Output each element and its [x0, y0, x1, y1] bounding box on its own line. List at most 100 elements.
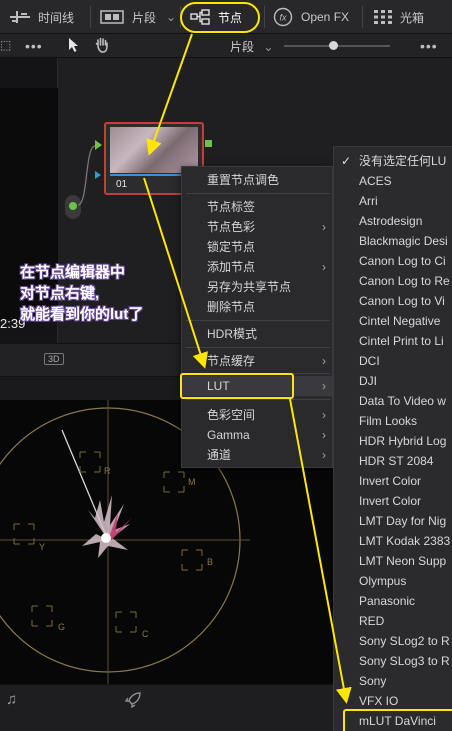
lut-menu-item[interactable]: Canon Log to Vi — [334, 291, 452, 311]
lut-menu-item-label: Sony SLog2 to R — [359, 634, 450, 648]
rocket-icon[interactable] — [124, 691, 142, 712]
lut-menu-item-label: Cintel Print to Li — [359, 334, 444, 348]
chevron-right-icon: › — [322, 448, 326, 462]
mlut-item-highlight — [343, 709, 452, 731]
menu-divider — [186, 399, 330, 400]
menu-item-reset-node-grade[interactable]: 重置节点调色 — [182, 170, 334, 190]
lut-menu-item-label: Data To Video w — [359, 394, 446, 408]
lut-menu-item[interactable]: Sony SLog2 to R — [334, 631, 452, 651]
lut-menu-item-label: Invert Color — [359, 474, 422, 488]
menu-item-node-cache[interactable]: 节点缓存 › — [182, 351, 334, 371]
key-input-icon — [95, 171, 101, 179]
lut-menu-item-label: LMT Day for Nig — [359, 514, 447, 528]
lut-menu-item[interactable]: Canon Log to Re — [334, 271, 452, 291]
lut-menu-item[interactable]: Cintel Negative — [334, 311, 452, 331]
lut-menu-item[interactable]: Invert Color — [334, 471, 452, 491]
lut-menu-item-label: Astrodesign — [359, 214, 423, 228]
menu-item-label: 重置节点调色 — [207, 173, 280, 187]
menu-item-label: 另存为共享节点 — [207, 280, 292, 294]
chevron-right-icon: › — [322, 379, 326, 393]
node-context-menu: 重置节点调色 节点标签 节点色彩 › 锁定节点 添加节点 › 另存为共享节点 删除节… — [181, 166, 334, 468]
menu-item-delete-node[interactable]: 删除节点 — [182, 297, 334, 317]
lut-menu-item-label: Canon Log to Re — [359, 274, 450, 288]
lut-menu-item-label: Invert Color — [359, 494, 422, 508]
lut-menu-item[interactable]: Sony SLog3 to R — [334, 651, 452, 671]
lut-menu-item[interactable]: Invert Color — [334, 491, 452, 511]
lut-menu-item[interactable]: Olympus — [334, 571, 452, 591]
annotation-line-2: 对节点右键, — [20, 285, 100, 302]
lut-menu-item-label: Olympus — [359, 574, 407, 588]
menu-item-node-label[interactable]: 节点标签 — [182, 197, 334, 217]
lut-menu-item-label: ACES — [359, 174, 392, 188]
lut-menu-item-label: Panasonic — [359, 594, 416, 608]
menu-item-lock-node[interactable]: 锁定节点 — [182, 237, 334, 257]
lut-item-highlight — [180, 373, 294, 399]
lut-menu-item-label: VFX IO — [359, 694, 399, 708]
menu-item-label: 节点标签 — [207, 200, 256, 214]
lut-menu-item-label: HDR ST 2084 — [359, 454, 434, 468]
menu-divider — [186, 347, 330, 348]
menu-item-node-color[interactable]: 节点色彩 › — [182, 217, 334, 237]
scope-label-c: C — [142, 629, 149, 639]
lut-menu-item-label: 没有选定任何LU — [359, 154, 447, 168]
lut-menu-item-label: Canon Log to Ci — [359, 254, 446, 268]
menu-item-label: 删除节点 — [207, 300, 256, 314]
menu-divider — [186, 320, 330, 321]
scope-label-g: G — [58, 622, 66, 632]
rgb-input-icon — [95, 140, 102, 150]
chevron-right-icon: › — [322, 354, 326, 368]
annotation-line-1: 在节点编辑器中 — [20, 264, 126, 281]
lut-menu-item-label: LMT Neon Supp — [359, 554, 447, 568]
lut-menu-item[interactable]: DJI — [334, 371, 452, 391]
3d-badge[interactable]: 3D — [44, 353, 64, 365]
lut-menu-item[interactable]: DCI — [334, 351, 452, 371]
menu-divider — [186, 193, 330, 194]
menu-item-label: 节点色彩 — [207, 220, 256, 234]
lut-menu-item-label: Cintel Negative — [359, 314, 441, 328]
lut-menu-item[interactable]: Film Looks — [334, 411, 452, 431]
lut-menu-item[interactable]: HDR ST 2084 — [334, 451, 452, 471]
menu-item-label: 锁定节点 — [207, 240, 256, 254]
lut-menu-item-label: Film Looks — [359, 414, 418, 428]
lut-menu-item[interactable]: LMT Day for Nig — [334, 511, 452, 531]
lut-menu-item[interactable]: HDR Hybrid Log — [334, 431, 452, 451]
lut-menu-item[interactable]: Arri — [334, 191, 452, 211]
lut-menu-item[interactable]: Sony — [334, 671, 452, 691]
menu-item-hdr-mode[interactable]: HDR模式 — [182, 324, 334, 344]
menu-item-label: 节点缓存 — [207, 354, 256, 368]
menu-item-label: 通道 — [207, 448, 232, 462]
menu-item-label: HDR模式 — [207, 327, 257, 341]
lut-menu-item-label: LMT Kodak 2383 — [359, 534, 451, 548]
lut-menu-item[interactable]: Panasonic — [334, 591, 452, 611]
menu-item-label: Gamma — [207, 428, 250, 442]
lut-menu-item[interactable]: RED — [334, 611, 452, 631]
lut-menu-item-label: Sony SLog3 to R — [359, 654, 450, 668]
menu-item-gamma[interactable]: Gamma › — [182, 425, 334, 445]
lut-menu-item[interactable]: Blackmagic Desi — [334, 231, 452, 251]
annotation-line-3: 就能看到你的lut了 — [20, 306, 144, 323]
lut-menu-item-label: Sony — [359, 674, 387, 688]
menu-item-channels[interactable]: 通道 › — [182, 445, 334, 465]
lut-menu-item[interactable]: ACES — [334, 171, 452, 191]
menu-item-add-node[interactable]: 添加节点 › — [182, 257, 334, 277]
lut-menu-item[interactable]: Astrodesign — [334, 211, 452, 231]
music-note-icon[interactable]: ♫ — [6, 691, 17, 708]
checkmark-icon: ✓ — [341, 154, 352, 168]
node-label: 01 — [116, 179, 128, 190]
rgb-output-dot — [205, 140, 212, 147]
scope-label-r: R — [104, 466, 111, 476]
chevron-right-icon: › — [322, 428, 326, 442]
lut-menu-item[interactable]: Canon Log to Ci — [334, 251, 452, 271]
lut-menu-item[interactable]: LMT Kodak 2383 — [334, 531, 452, 551]
lut-menu-item[interactable]: LMT Neon Supp — [334, 551, 452, 571]
lut-menu-item[interactable]: Data To Video w — [334, 391, 452, 411]
lut-menu-item[interactable]: ✓ 没有选定任何LU — [334, 151, 452, 171]
lut-menu-item-label: RED — [359, 614, 385, 628]
lut-menu-item[interactable]: Cintel Print to Li — [334, 331, 452, 351]
lut-menu-item-label: DCI — [359, 354, 380, 368]
menu-item-save-shared-node[interactable]: 另存为共享节点 — [182, 277, 334, 297]
scope-label-y: Y — [39, 542, 46, 552]
menu-item-color-space[interactable]: 色彩空间 › — [182, 405, 334, 425]
lut-menu-item[interactable]: VFX IO — [334, 691, 452, 711]
lut-menu-item-label: Arri — [359, 194, 378, 208]
